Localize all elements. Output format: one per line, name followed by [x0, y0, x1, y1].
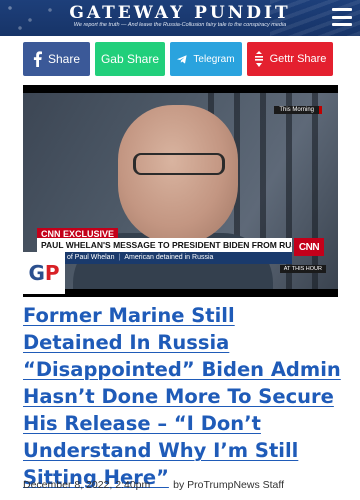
subtitle-desc: American detained in Russia	[124, 254, 214, 261]
show-tag: This Morning	[274, 106, 322, 114]
article-byline[interactable]: by ProTrumpNews Staff	[173, 479, 284, 491]
gab-share-button[interactable]: Gab Share	[95, 42, 165, 76]
chyron-headline: PAUL WHELAN'S MESSAGE TO PRESIDENT BIDEN…	[37, 238, 292, 252]
telegram-share-label: Telegram	[193, 53, 235, 65]
article-date: December 8, 2022, 2:40pm	[23, 479, 151, 491]
telegram-share-button[interactable]: Telegram	[170, 42, 242, 76]
featured-video[interactable]: This Morning CNN EXCLUSIVE PAUL WHELAN'S…	[23, 85, 338, 297]
chyron-subtitle: of Paul Whelan | American detained in Russ…	[63, 252, 292, 264]
facebook-icon	[33, 51, 42, 67]
gettr-share-button[interactable]: Gettr Share	[247, 42, 333, 76]
facebook-share-label: Share	[47, 52, 81, 66]
facebook-share-button[interactable]: Share	[23, 42, 90, 76]
program-tag: AT THIS HOUR	[279, 265, 326, 273]
article-title[interactable]: Former Marine Still Detained In Russia “…	[23, 302, 341, 491]
site-title[interactable]: GATEWAY PUNDIT	[0, 3, 360, 23]
site-tagline: We report the truth — And leave the Russ…	[73, 22, 287, 28]
site-header: GATEWAY PUNDIT We report the truth — And…	[0, 0, 360, 36]
network-logo: CNN	[294, 238, 324, 256]
person-head	[118, 105, 238, 245]
gettr-share-label: Gettr Share	[269, 53, 327, 65]
person-glasses	[133, 153, 225, 175]
telegram-icon	[177, 54, 188, 64]
gab-share-label: Gab Share	[100, 52, 160, 66]
article-meta: December 8, 2022, 2:40pm by ProTrumpNews…	[23, 479, 343, 491]
gettr-icon	[254, 51, 264, 67]
gp-watermark-logo: GP	[23, 252, 65, 294]
hamburger-menu-icon[interactable]	[332, 8, 352, 26]
subtitle-name: of Paul Whelan	[67, 254, 115, 261]
